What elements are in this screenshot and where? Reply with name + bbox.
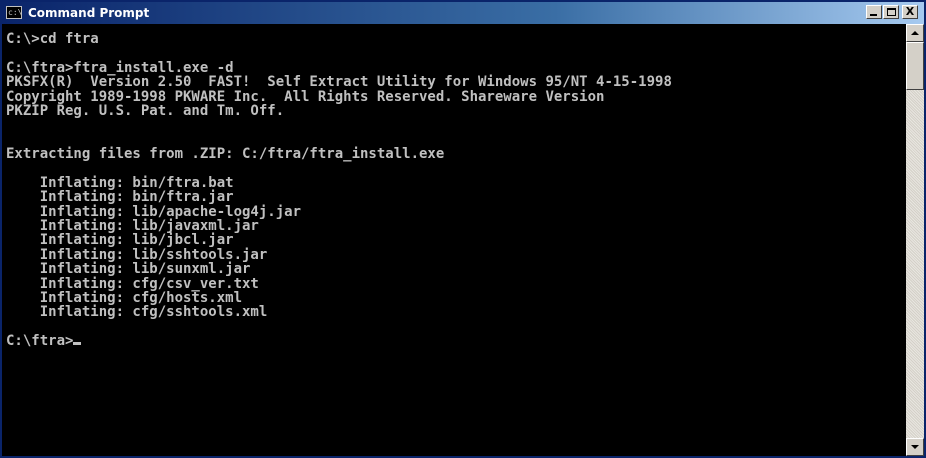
scroll-down-button[interactable] [906,438,924,456]
close-button[interactable]: X [902,5,918,19]
console-line: Inflating: lib/apache-log4j.jar [6,203,302,220]
scroll-up-button[interactable] [906,24,924,42]
scroll-up-arrow-icon [911,31,919,35]
maximize-icon [887,8,896,16]
scroll-down-arrow-icon [911,445,919,449]
console-line: Inflating: lib/javaxml.jar [6,218,259,235]
console-line: Inflating: cfg/csv_ver.txt [6,275,259,292]
console-line: Inflating: lib/jbcl.jar [6,232,234,249]
console-prompt: C:\ftra> [6,333,74,350]
console-line: Inflating: lib/sshtools.jar [6,246,268,263]
console-line: C:\>cd ftra [6,31,99,47]
console-line: PKSFX(R) Version 2.50 FAST! Self Extract… [6,74,672,91]
console-line: Inflating: cfg/sshtools.xml [6,304,268,321]
close-icon: X [905,5,915,18]
command-prompt-window[interactable]: c:\ Command Prompt X C:\>cd ftra C:\ftra>… [0,0,926,458]
console-line: Inflating: bin/ftra.bat [6,174,234,191]
console-line: Inflating: bin/ftra.jar [6,189,234,206]
console-text: C:\>cd ftra C:\ftra>ftra_install.exe -d PK… [2,24,906,349]
minimize-button[interactable] [866,5,882,19]
console-line: PKZIP Reg. U.S. Pat. and Tm. Off. [6,102,285,119]
console-line: Inflating: lib/sunxml.jar [6,261,251,278]
console-line: C:\ftra>ftra_install.exe -d [6,59,234,76]
vertical-scrollbar[interactable] [906,24,924,456]
window-title: Command Prompt [28,6,150,20]
console-line: Copyright 1989-1998 PKWARE Inc. All Righ… [6,88,605,105]
console-output-area[interactable]: C:\>cd ftra C:\ftra>ftra_install.exe -d PK… [2,24,906,456]
text-cursor [73,342,82,346]
minimize-icon [870,14,877,16]
console-icon[interactable]: c:\ [6,6,22,19]
maximize-button[interactable] [883,5,899,19]
title-bar[interactable]: c:\ Command Prompt X [2,2,924,24]
console-prompt-line[interactable]: C:\ftra> [6,334,906,348]
console-line: Inflating: cfg/hosts.xml [6,290,243,307]
scrollbar-thumb[interactable] [906,42,924,90]
console-line: Extracting files from .ZIP: C:/ftra/ftra… [6,146,445,163]
